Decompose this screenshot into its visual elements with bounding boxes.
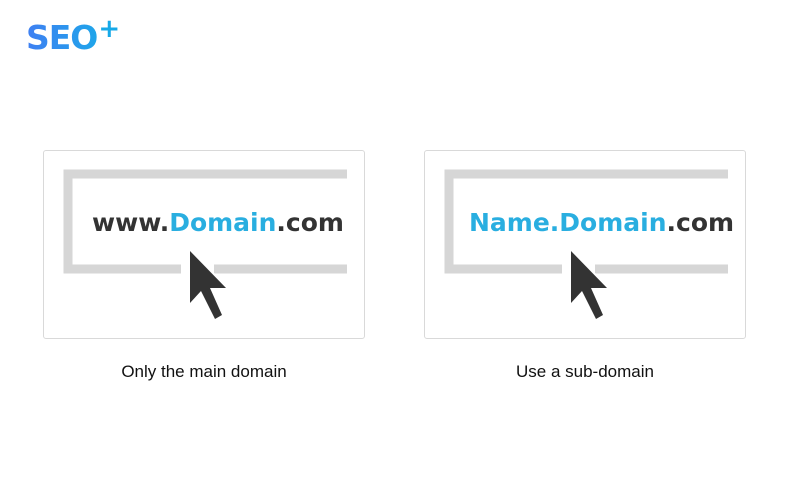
url-text: Name.Domain.com	[469, 208, 734, 237]
main-domain-caption: Only the main domain	[121, 362, 287, 381]
seo-plus-logo: SEO +	[26, 16, 120, 60]
main-domain-illustration: www.Domain.com	[63, 169, 347, 321]
url-tld: .com	[667, 208, 735, 237]
mouse-pointer-icon	[188, 249, 228, 321]
sub-domain-caption: Use a sub-domain	[516, 362, 654, 381]
sub-domain-card: Name.Domain.com	[424, 150, 746, 339]
main-domain-card: www.Domain.com	[43, 150, 365, 339]
page: SEO + www.Domain.com Only the main domai…	[0, 0, 800, 500]
mouse-pointer-icon	[569, 249, 609, 321]
logo-plus-sign: +	[98, 14, 121, 44]
url-domain: Domain	[169, 208, 276, 237]
url-subdomain: Name.Domain	[469, 208, 667, 237]
url-text: www.Domain.com	[92, 208, 344, 237]
url-prefix: www.	[92, 208, 169, 237]
logo-text: SEO	[26, 16, 98, 60]
url-tld: .com	[276, 208, 344, 237]
sub-domain-illustration: Name.Domain.com	[444, 169, 734, 321]
